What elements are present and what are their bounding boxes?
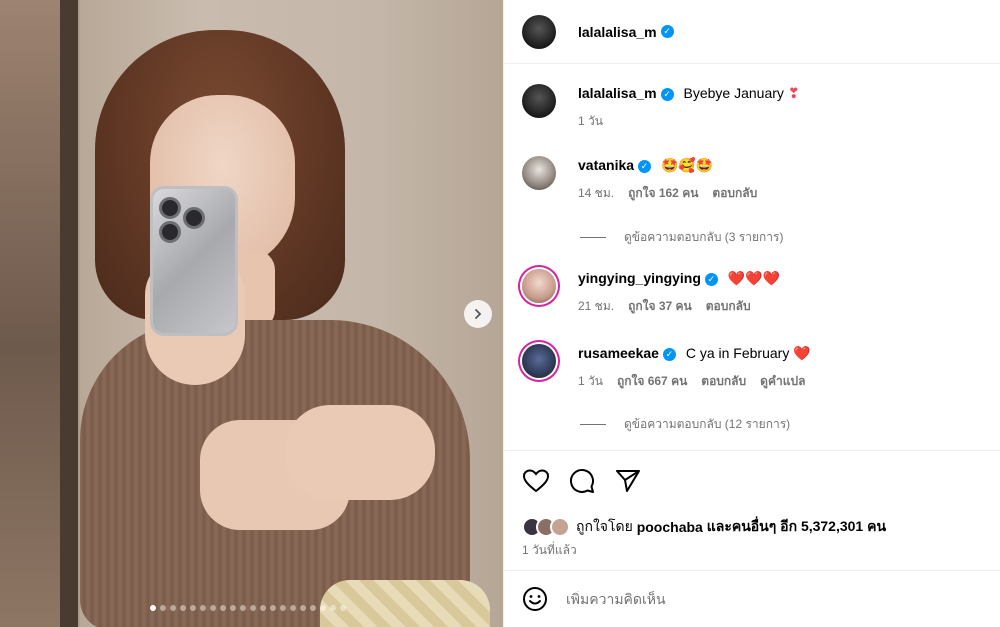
comment: yingying_yingying ✓ ❤️❤️❤️ 21 ชม. ถูกใจ 3… [522,269,780,315]
comment-time[interactable]: 21 ชม. [578,297,614,315]
carousel-dot [320,605,326,611]
caption: lalalalisa_m ✓ Byebye January ❣ 1 วัน [522,84,800,130]
comment-text: 🤩🥰🤩 [660,157,714,173]
carousel-dot [180,605,186,611]
like-button[interactable] [522,467,550,495]
carousel-dot [210,605,216,611]
caption-text: Byebye January [683,85,784,101]
carousel-dot [300,605,306,611]
carousel-next-button[interactable] [464,300,492,328]
verified-badge-icon: ✓ [662,347,676,361]
comment-likes[interactable]: ถูกใจ 667 คน [617,372,687,390]
comment: vatanika ✓ 🤩🥰🤩 14 ชม. ถูกใจ 162 คน ตอบกลั… [522,156,757,202]
liker-avatar[interactable] [550,517,570,537]
author-avatar[interactable] [522,14,556,49]
translate-button[interactable]: ดูคำแปล [760,372,805,390]
heart-icon [523,469,549,493]
carousel-dot [250,605,256,611]
carousel-dot [280,605,286,611]
comment-likes[interactable]: ถูกใจ 37 คน [628,297,692,315]
carousel-dot [330,605,336,611]
verified-badge-icon: ✓ [660,87,674,101]
red-heart-icon: ❤️ [793,345,811,361]
heart-exclamation-icon: ❣ [787,85,800,101]
paper-plane-icon [616,470,640,492]
likes-prefix: ถูกใจโดย [576,518,633,534]
comments-list: lalalalisa_m ✓ Byebye January ❣ 1 วัน vat… [504,64,1000,450]
carousel-dot [340,605,346,611]
carousel-indicator [150,605,346,611]
post-actions: ถูกใจโดย poochaba และคนอื่นๆ อีก 5,372,3… [504,450,1000,570]
liker-avatars [522,517,570,537]
carousel-dot [260,605,266,611]
likes-summary: ถูกใจโดย poochaba และคนอื่นๆ อีก 5,372,3… [522,516,886,538]
reply-button[interactable]: ตอบกลับ [706,297,751,315]
comment-bubble-icon [570,469,594,493]
carousel-dot [190,605,196,611]
comment-username[interactable]: rusameekae [578,345,659,361]
phone-camera-lens [183,207,205,229]
carousel-dot [290,605,296,611]
comment-time[interactable]: 1 วัน [578,372,603,390]
post-detail-panel: lalalalisa_m ✓ lalalalisa_m ✓ Byebye Janu… [503,0,1000,627]
carousel-dot [200,605,206,611]
view-replies-button[interactable]: ดูข้อความตอบกลับ (3 รายการ) [580,228,783,247]
likes-user[interactable]: poochaba [637,519,703,535]
carousel-dot [270,605,276,611]
commenter-avatar[interactable] [522,269,556,303]
comment-time[interactable]: 14 ชม. [578,184,614,202]
carousel-dot [170,605,176,611]
view-replies-label: ดูข้อความตอบกลับ (3 รายการ) [624,230,784,244]
carousel-dot [220,605,226,611]
commenter-avatar[interactable] [522,344,556,378]
post-header: lalalalisa_m ✓ [504,0,1000,64]
divider [580,237,606,238]
comment-username[interactable]: vatanika [578,157,634,173]
view-replies-button[interactable]: ดูข้อความตอบกลับ (12 รายการ) [580,415,790,434]
verified-badge-icon: ✓ [704,272,718,286]
comment-button[interactable] [568,467,596,495]
post-photo[interactable] [0,0,503,627]
verified-badge-icon: ✓ [660,25,674,38]
phone-camera-lens [159,221,181,243]
carousel-dot [150,605,156,611]
carousel-dot [240,605,246,611]
share-button[interactable] [614,467,642,495]
comment-username[interactable]: yingying_yingying [578,270,701,286]
photo-bag [320,580,490,627]
photo-phone [150,186,238,336]
caption-time[interactable]: 1 วัน [578,112,603,130]
phone-camera-lens [159,197,181,219]
comment-text: C ya in February [685,345,790,361]
author-avatar[interactable] [522,84,556,118]
post-timestamp[interactable]: 1 วันที่แล้ว [522,541,577,560]
comment-text: ❤️❤️❤️ [727,270,781,286]
likes-count[interactable]: และคนอื่นๆ อีก 5,372,301 คน [707,516,886,538]
photo-wall [0,0,60,627]
commenter-avatar[interactable] [522,156,556,190]
carousel-dot [310,605,316,611]
add-comment-bar [504,570,1000,627]
comment-likes[interactable]: ถูกใจ 162 คน [628,184,698,202]
view-replies-label: ดูข้อความตอบกลับ (12 รายการ) [624,417,791,431]
comment: rusameekae ✓ C ya in February ❤️ 1 วัน ถู… [522,344,811,390]
comment-input[interactable] [566,591,946,607]
carousel-dot [160,605,166,611]
reply-button[interactable]: ตอบกลับ [701,372,746,390]
author-username[interactable]: lalalalisa_m [578,24,657,40]
emoji-icon[interactable] [522,586,548,612]
chevron-right-icon [475,309,482,319]
photo-hand [285,405,435,500]
reply-button[interactable]: ตอบกลับ [712,184,757,202]
verified-badge-icon: ✓ [638,159,652,173]
divider [580,424,606,425]
caption-username[interactable]: lalalalisa_m [578,85,657,101]
photo-door-frame [60,0,78,627]
carousel-dot [230,605,236,611]
